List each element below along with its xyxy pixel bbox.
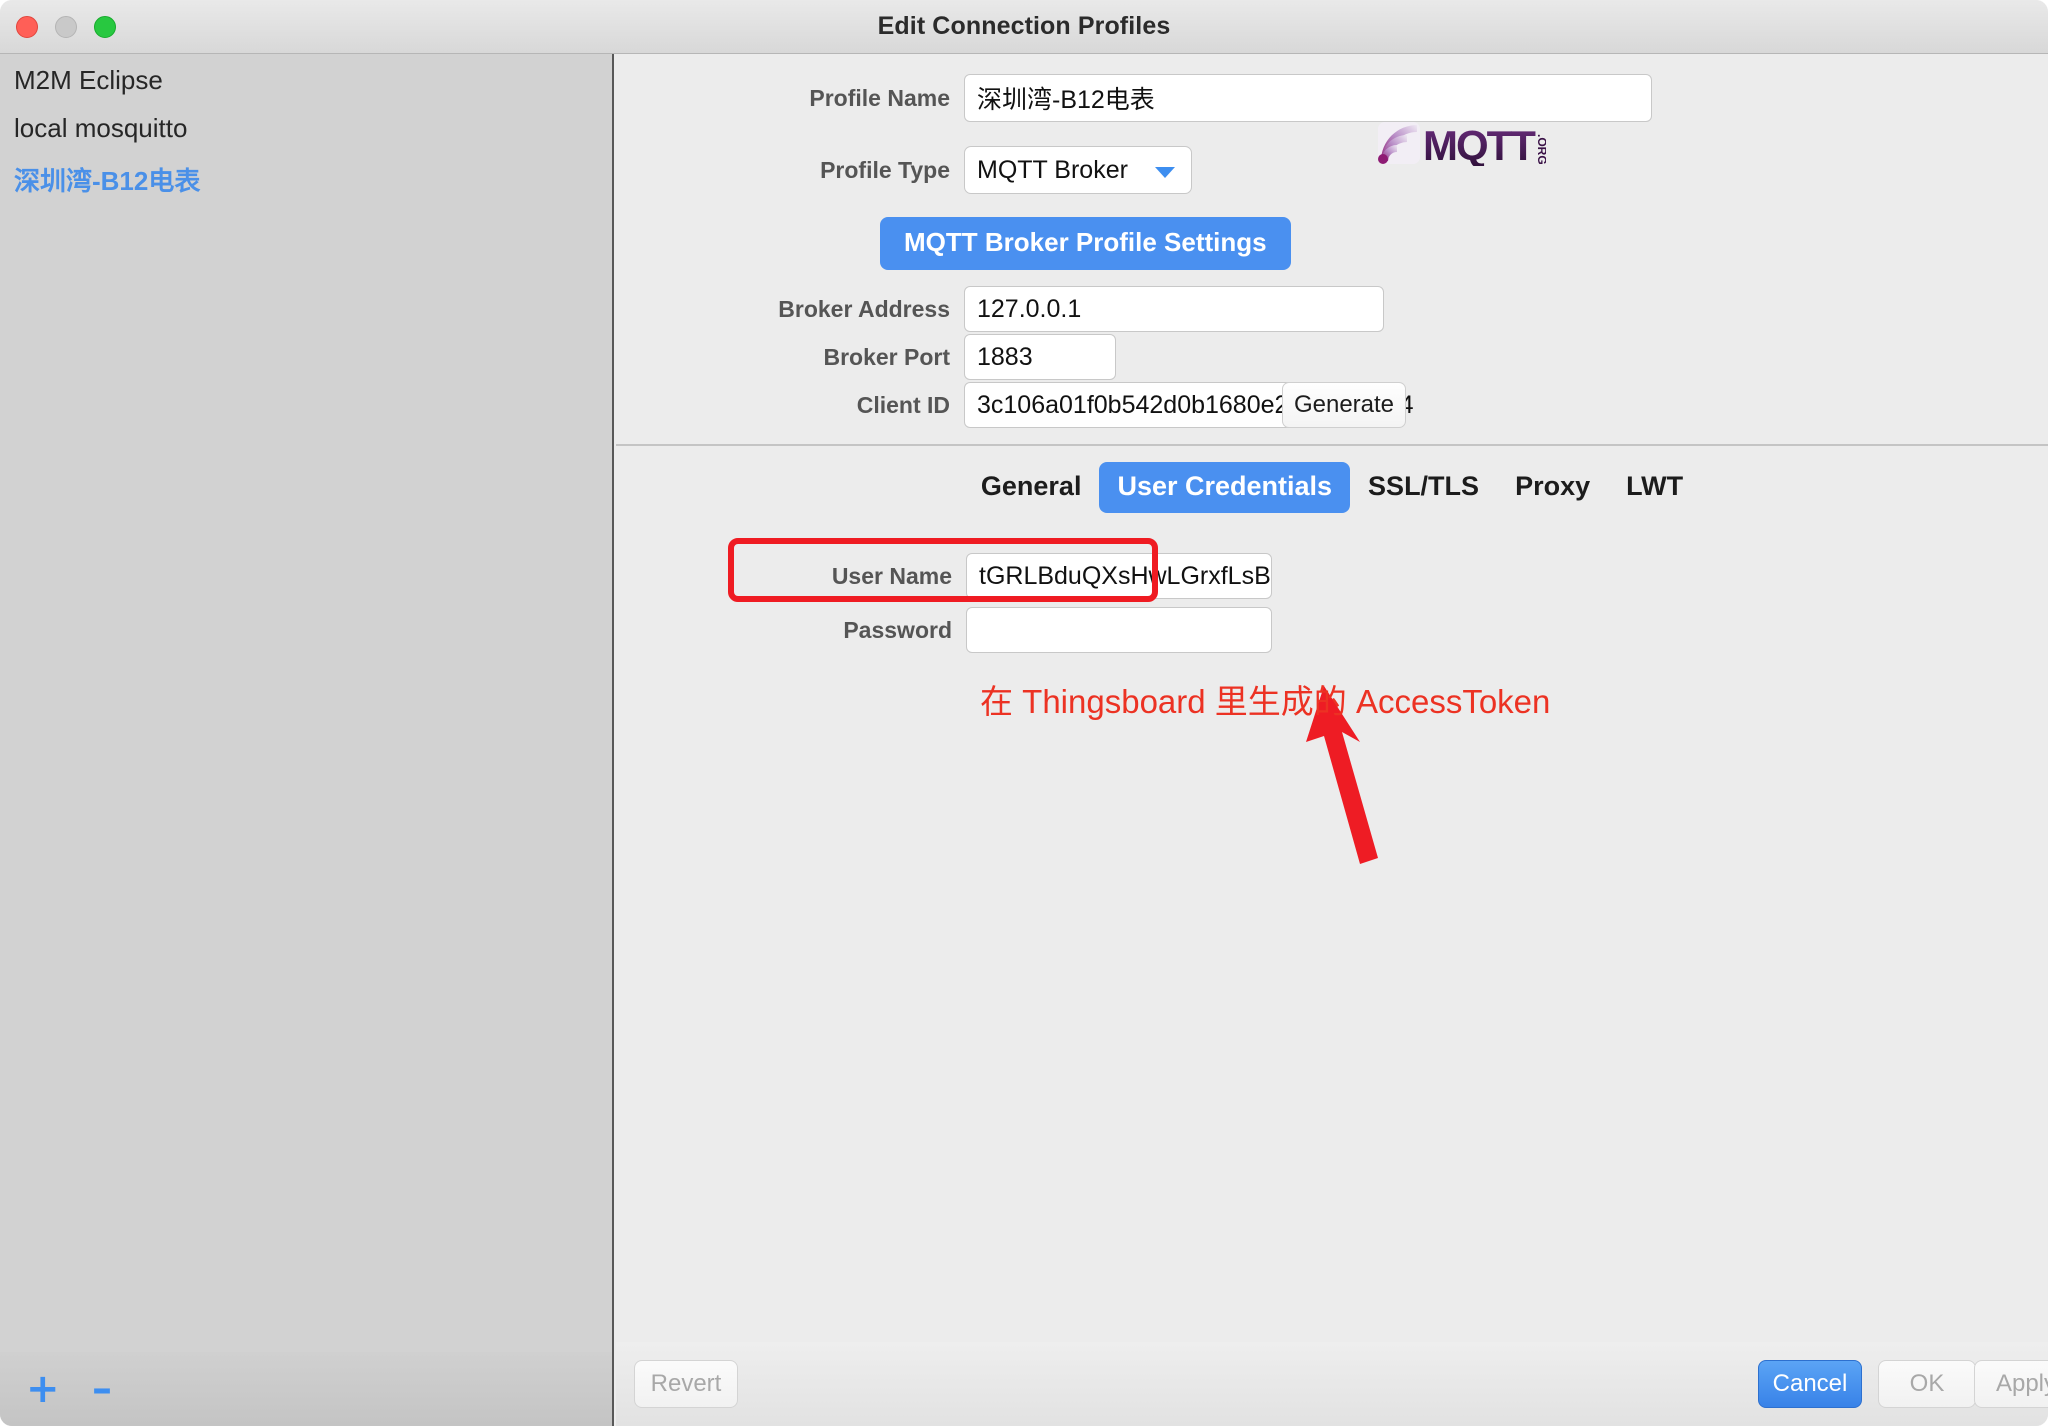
svg-text:MQTT: MQTT — [1423, 122, 1536, 166]
ok-button[interactable]: OK — [1878, 1360, 1976, 1408]
user-name-input[interactable]: tGRLBduQXsHwLGrxfLsB — [966, 553, 1272, 599]
mqtt-org-logo: MQTT .ORG — [1378, 120, 1549, 169]
dialog-footer: Revert Cancel OK Apply — [616, 1342, 2048, 1426]
password-row: Password — [726, 607, 1272, 653]
sidebar-footer: + – — [0, 1352, 612, 1426]
generate-client-id-button[interactable]: Generate — [1282, 382, 1406, 428]
remove-profile-icon[interactable]: – — [92, 1369, 112, 1409]
svg-text:.ORG: .ORG — [1535, 134, 1546, 165]
password-label: Password — [843, 616, 952, 643]
profile-name-input[interactable]: 深圳湾-B12电表 — [964, 74, 1652, 122]
tab-ssl-tls[interactable]: SSL/TLS — [1350, 462, 1497, 513]
window-titlebar: Edit Connection Profiles — [0, 0, 2048, 54]
profile-type-label: Profile Type — [820, 156, 950, 183]
window-title: Edit Connection Profiles — [877, 12, 1171, 40]
user-name-row: User Name tGRLBduQXsHwLGrxfLsB — [726, 553, 1272, 599]
broker-address-label: Broker Address — [778, 295, 950, 322]
sidebar-item-local-mosquitto[interactable]: local mosquitto — [14, 113, 187, 144]
tab-lwt[interactable]: LWT — [1608, 462, 1701, 513]
broker-port-input[interactable]: 1883 — [964, 334, 1116, 380]
profile-name-row: Profile Name 深圳湾-B12电表 — [734, 74, 1652, 122]
tab-user-credentials[interactable]: User Credentials — [1099, 462, 1351, 513]
sidebar-item-m2m-eclipse[interactable]: M2M Eclipse — [14, 65, 163, 96]
profile-type-select[interactable]: MQTT Broker — [964, 146, 1192, 194]
broker-port-label: Broker Port — [823, 343, 950, 370]
broker-address-row: Broker Address 127.0.0.1 — [716, 286, 1384, 332]
tab-proxy[interactable]: Proxy — [1497, 462, 1608, 513]
cancel-button[interactable]: Cancel — [1758, 1360, 1862, 1408]
apply-button[interactable]: Apply — [1974, 1360, 2048, 1408]
add-profile-icon[interactable]: + — [26, 1369, 60, 1409]
chevron-down-icon — [1155, 167, 1175, 178]
profile-detail-panel: Profile Name 深圳湾-B12电表 Profile Type MQTT… — [616, 54, 2048, 1426]
tab-general[interactable]: General — [963, 462, 1100, 513]
mqtt-broker-profile-settings-badge: MQTT Broker Profile Settings — [880, 217, 1291, 270]
sidebar-item-shenzhenwan-b12[interactable]: 深圳湾-B12电表 — [14, 161, 200, 198]
credentials-tabbar: General User Credentials SSL/TLS Proxy L… — [616, 462, 2048, 513]
profile-type-row: Profile Type MQTT Broker — [734, 146, 1192, 194]
section-divider — [616, 444, 2048, 446]
profile-name-label: Profile Name — [809, 84, 950, 111]
profiles-sidebar: M2M Eclipse local mosquitto 深圳湾-B12电表 + … — [0, 54, 614, 1426]
broker-address-input[interactable]: 127.0.0.1 — [964, 286, 1384, 332]
user-name-label: User Name — [831, 562, 952, 589]
broker-port-row: Broker Port 1883 — [716, 334, 1116, 380]
annotation-text: 在 Thingsboard 里生成的 AccessToken — [980, 683, 1551, 720]
password-input[interactable] — [966, 607, 1272, 653]
revert-button[interactable]: Revert — [634, 1360, 738, 1408]
profile-type-value: MQTT Broker — [977, 155, 1128, 184]
edit-connection-profiles-window: Edit Connection Profiles M2M Eclipse loc… — [0, 0, 2048, 1426]
client-id-label: Client ID — [856, 391, 950, 418]
